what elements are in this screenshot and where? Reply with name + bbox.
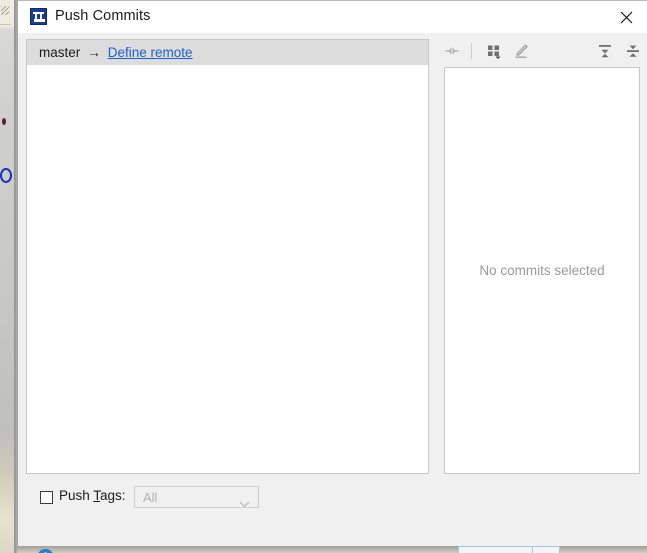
commits-list-panel[interactable]: master → Define remote — [26, 39, 429, 474]
dialog-title: Push Commits — [55, 8, 151, 24]
edit-pencil-icon[interactable] — [510, 40, 532, 62]
no-commits-selected-message: No commits selected — [479, 263, 605, 278]
push-tags-label-prefix: Push — [59, 488, 94, 503]
push-tags-select[interactable]: All — [134, 486, 259, 508]
dialog-footer: ? Push Cancel — [18, 521, 647, 553]
group-by-icon[interactable] — [483, 40, 505, 62]
push-tags-label-suffix: ags: — [100, 488, 126, 503]
dialog-body: master → Define remote No commits select… — [18, 33, 647, 553]
background-icon-fragment — [1, 6, 9, 15]
dialog-titlebar: Push Commits — [18, 1, 647, 33]
define-remote-link[interactable]: Define remote — [108, 45, 193, 60]
push-tags-select-value: All — [143, 490, 158, 505]
push-tags-row: Push Tags: All — [18, 485, 647, 515]
commit-details-panel[interactable]: No commits selected — [444, 67, 640, 474]
chevron-down-icon — [239, 495, 250, 513]
background-window — [0, 0, 17, 553]
screen: Push Commits master → Define remote No c… — [0, 0, 647, 553]
push-tags-checkbox[interactable] — [40, 491, 53, 504]
cancel-button-wrapper: Cancel — [565, 545, 647, 553]
push-button-label: Push — [459, 547, 533, 553]
collapse-all-icon[interactable] — [622, 40, 644, 62]
background-marker-b — [0, 168, 12, 183]
help-icon[interactable]: ? — [37, 549, 54, 553]
push-dropdown-toggle[interactable] — [533, 547, 559, 553]
branch-name: master — [39, 45, 81, 60]
push-button[interactable]: Push — [458, 546, 560, 553]
push-tags-label: Push Tags: — [59, 488, 126, 503]
intellij-idea-icon — [30, 8, 47, 25]
details-toolbar — [437, 37, 640, 65]
arrow-right-icon: → — [87, 45, 101, 60]
background-marker-a — [2, 118, 6, 125]
toolbar-separator — [471, 43, 472, 59]
repository-row[interactable]: master → Define remote — [27, 40, 428, 65]
background-toolbar-fragment — [0, 0, 11, 25]
expand-all-icon[interactable] — [594, 40, 616, 62]
collapse-arrows-icon[interactable] — [441, 40, 463, 62]
push-commits-dialog: Push Commits master → Define remote No c… — [17, 0, 647, 553]
close-icon[interactable] — [604, 1, 647, 33]
